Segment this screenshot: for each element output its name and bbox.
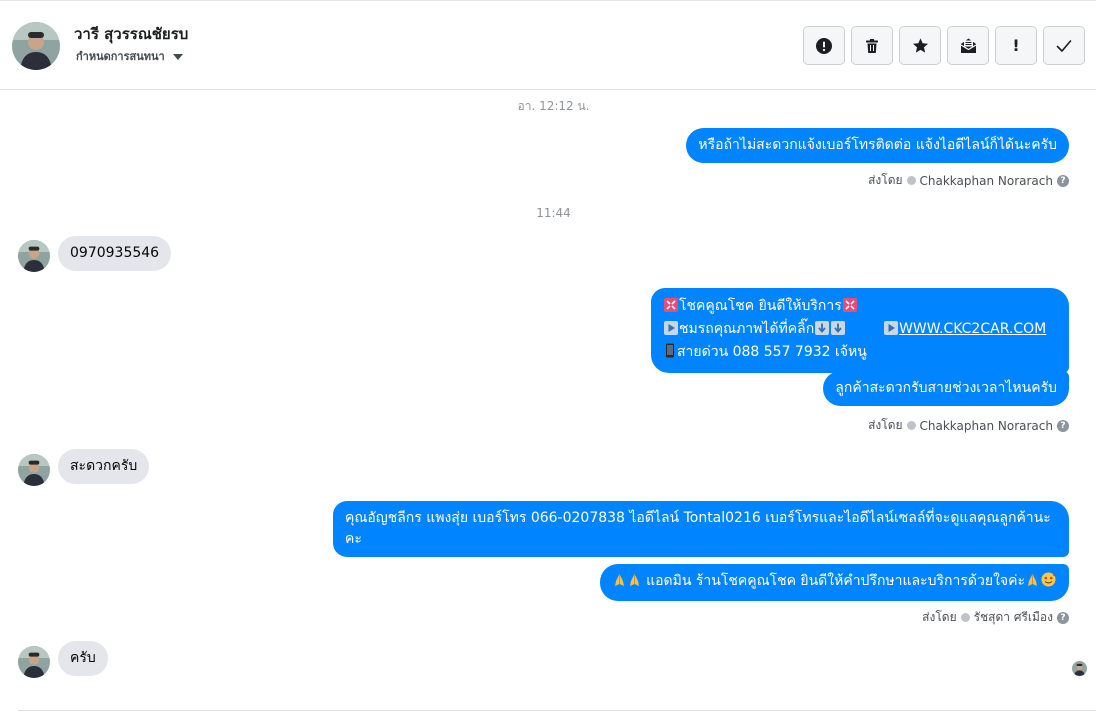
- timestamp: อา. 12:12 น.: [517, 99, 590, 113]
- seen-indicator-avatar: [1072, 661, 1087, 676]
- mobile-phone-icon: [664, 343, 676, 365]
- incoming-message[interactable]: สะดวกครับ: [58, 449, 150, 484]
- anger-symbol-icon: [664, 298, 678, 319]
- anger-symbol-icon: [842, 298, 857, 319]
- contact-avatar-small[interactable]: [18, 454, 50, 486]
- action-toolbar: !: [803, 26, 1085, 65]
- sent-status-icon: [960, 613, 970, 622]
- sent-by-prefix: ส่งโดย: [868, 173, 903, 187]
- sent-by-label: ส่งโดย Chakkaphan Norarach ?: [868, 171, 1069, 190]
- sent-by-label: ส่งโดย รัชสุดา ศรีเมือง ?: [922, 608, 1069, 627]
- contact-avatar-small[interactable]: [18, 646, 50, 678]
- help-icon[interactable]: ?: [1057, 174, 1069, 187]
- play-button-icon: [664, 321, 678, 342]
- down-arrow-icon: [815, 321, 830, 342]
- sender-name: Chakkaphan Norarach: [919, 173, 1053, 188]
- sent-by-prefix: ส่งโดย: [868, 418, 903, 432]
- promo-line-3: สายด่วน 088 557 7932 เจ้หนู: [677, 344, 867, 360]
- contact-avatar-small[interactable]: [18, 240, 50, 272]
- timestamp: 11:44: [536, 206, 571, 220]
- sent-by-prefix: ส่งโดย: [922, 610, 957, 624]
- contact-avatar[interactable]: [12, 22, 60, 70]
- caret-down-icon: [172, 53, 183, 60]
- play-button-icon: [884, 321, 899, 342]
- mail-open-icon: [960, 38, 976, 53]
- smiling-face-hearts-icon: [1041, 572, 1056, 594]
- outgoing-message[interactable]: หรือถ้าไม่สะดวกแจ้งเบอร์โทรติดต่อ แจ้งไอ…: [686, 128, 1069, 163]
- folded-hands-icon: [628, 573, 641, 594]
- promo-line-1: โชคคูณโชค ยินดีให้บริการ: [679, 298, 842, 314]
- promo-line-2: ชมรถคุณภาพได้ที่คลิ๊ก: [679, 321, 815, 337]
- sender-name: Chakkaphan Norarach: [919, 418, 1053, 433]
- mark-spam-button[interactable]: !: [995, 26, 1037, 65]
- conversation-schedule-dropdown[interactable]: กำหนดการสนทนา: [76, 47, 183, 65]
- folded-hands-icon: [613, 573, 626, 594]
- info-circle-button[interactable]: [803, 26, 845, 65]
- info-circle-icon: [816, 37, 832, 54]
- contact-name: วารี สุวรรณชัยรบ: [74, 25, 189, 43]
- delete-button[interactable]: [851, 26, 893, 65]
- exclamation-icon: !: [1012, 36, 1020, 55]
- folded-hands-icon: [1026, 573, 1039, 594]
- outgoing-message[interactable]: แอดมิน ร้านโชคคูณโชค ยินดีให้คำปรึกษาและ…: [599, 564, 1069, 601]
- incoming-message[interactable]: 0970935546: [58, 236, 172, 271]
- help-icon[interactable]: ?: [1057, 611, 1069, 624]
- sender-name: รัชสุดา ศรีเมือง: [973, 610, 1053, 624]
- mark-unread-button[interactable]: [947, 26, 989, 65]
- outgoing-message[interactable]: โชคคูณโชค ยินดีให้บริการ ชมรถคุณภาพได้ที…: [651, 288, 1069, 373]
- outgoing-message[interactable]: คุณอัญชลีกร แพงสุ่ย เบอร์โทร 066-0207838…: [333, 501, 1069, 557]
- sent-status-icon: [906, 176, 916, 185]
- check-icon: [1056, 39, 1072, 52]
- star-button[interactable]: [899, 26, 941, 65]
- help-icon[interactable]: ?: [1057, 419, 1069, 432]
- sent-status-icon: [906, 421, 916, 430]
- conversation-schedule-label: กำหนดการสนทนา: [76, 50, 165, 63]
- star-icon: [912, 37, 928, 53]
- outgoing-message[interactable]: ลูกค้าสะดวกรับสายช่วงเวลาไหนครับ: [823, 371, 1069, 406]
- trash-icon: [866, 38, 878, 53]
- incoming-message[interactable]: ครับ: [58, 641, 108, 676]
- down-arrow-icon: [831, 321, 846, 342]
- conversation-header: วารี สุวรรณชัยรบ กำหนดการสนทนา !: [0, 0, 1096, 90]
- mark-done-button[interactable]: [1043, 26, 1085, 65]
- composer-divider: [18, 710, 1096, 711]
- sent-by-label: ส่งโดย Chakkaphan Norarach ?: [868, 416, 1069, 435]
- admin-message-text: แอดมิน ร้านโชคคูณโชค ยินดีให้คำปรึกษาและ…: [646, 573, 1025, 589]
- website-link[interactable]: WWW.CKC2CAR.COM: [899, 321, 1046, 337]
